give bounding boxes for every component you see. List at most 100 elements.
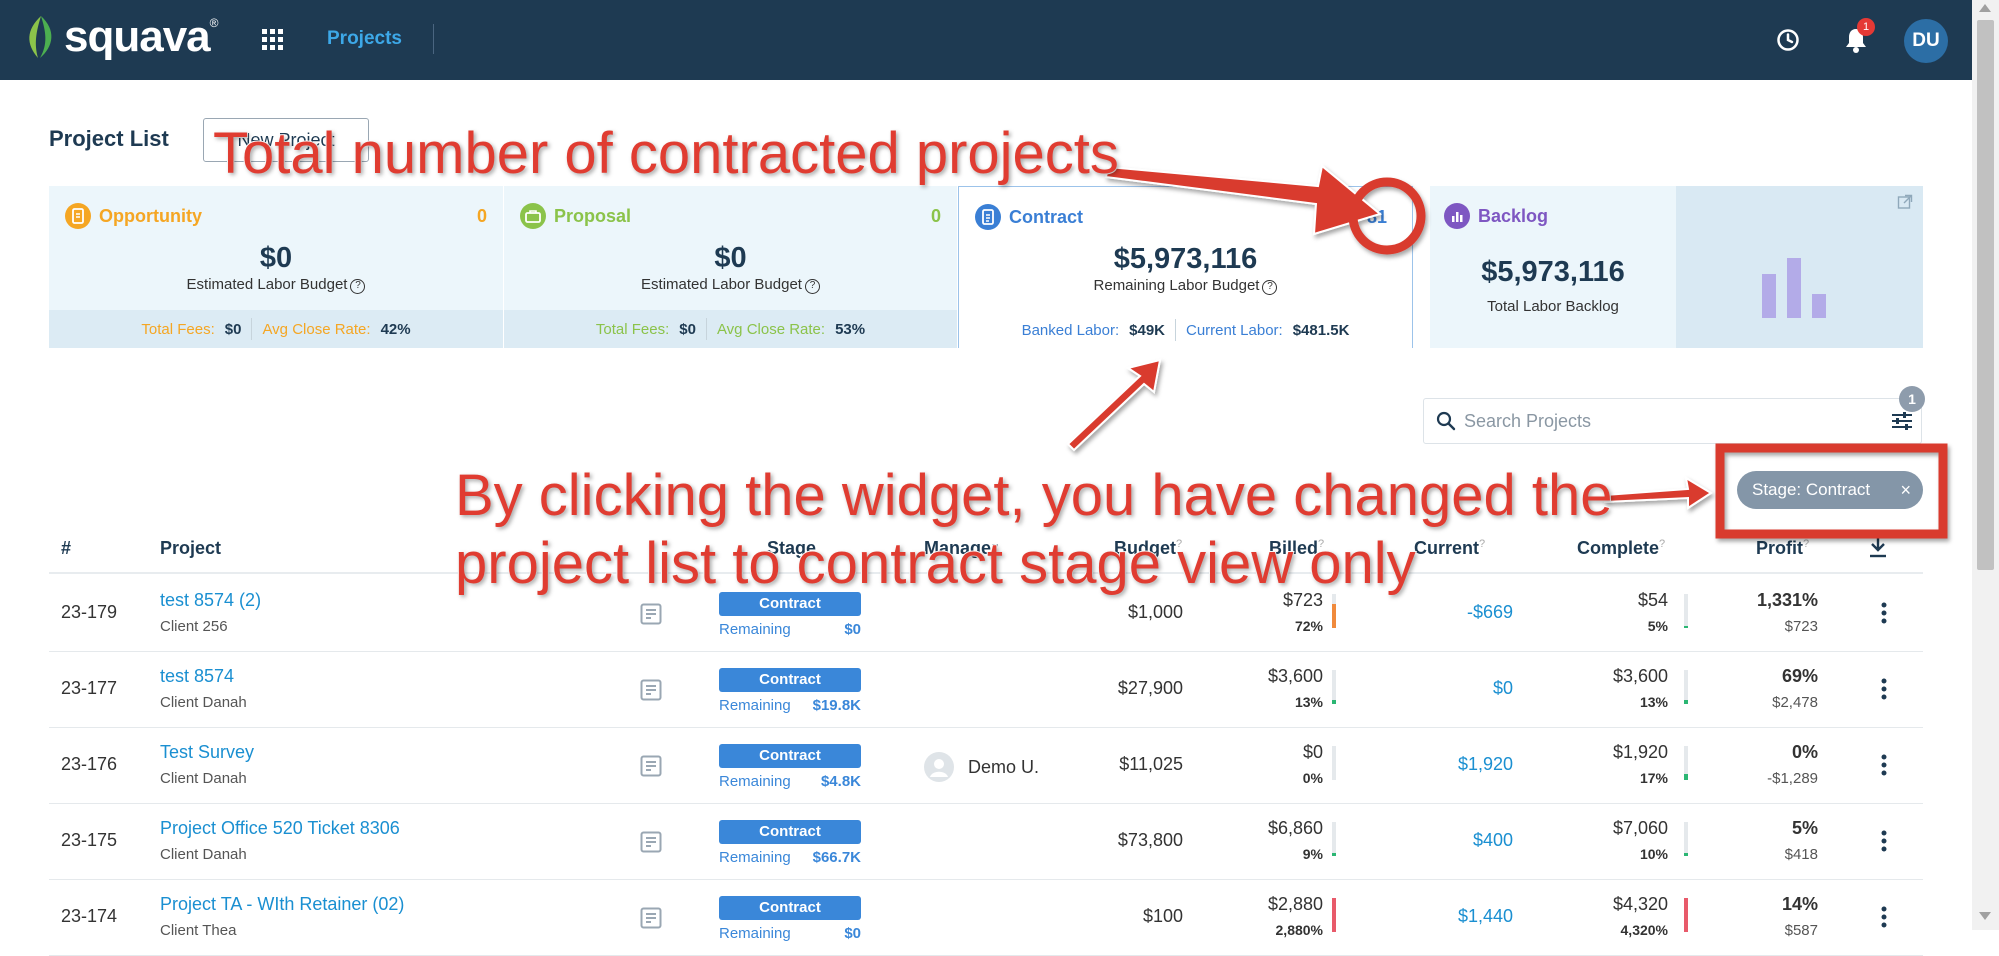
more-options-icon[interactable] (1881, 830, 1887, 857)
more-options-icon[interactable] (1881, 602, 1887, 629)
more-options-icon[interactable] (1881, 678, 1887, 705)
apps-grid-icon[interactable] (262, 29, 284, 56)
header-current[interactable]: Current? (1414, 538, 1485, 559)
filter-sliders-icon[interactable] (1891, 411, 1913, 436)
annotation-top-text: Total number of contracted projects (212, 120, 1120, 187)
clock-icon[interactable] (1776, 28, 1800, 57)
project-name-link[interactable]: Project Office 520 Ticket 8306 (160, 818, 400, 839)
download-icon[interactable] (1869, 536, 1887, 563)
help-icon[interactable]: ? (350, 279, 366, 294)
notes-icon[interactable] (639, 602, 663, 631)
header-profit[interactable]: Profit? (1756, 538, 1809, 559)
proposal-count: 0 (930, 206, 941, 226)
trademark-symbol: ® (209, 16, 219, 30)
search-box[interactable] (1423, 398, 1922, 444)
annotation-bottom-line2: project list to contract stage view only (454, 530, 1417, 597)
stage-badge[interactable]: Contract (719, 668, 861, 692)
current-value[interactable]: $1,440 (1458, 906, 1513, 927)
opportunity-count: 0 (476, 206, 487, 226)
remaining-label: Remaining (719, 849, 791, 866)
table-row[interactable]: 23-174 Project TA - WIth Retainer (02) C… (49, 880, 1923, 956)
complete-amount: $54 (1637, 590, 1668, 610)
table-row[interactable]: 23-177 test 8574 Client Danah Contract R… (49, 652, 1923, 728)
stage-filter-chip[interactable]: Stage: Contract × (1737, 471, 1923, 509)
proposal-amount: $0 (714, 242, 747, 274)
current-value[interactable]: $1,920 (1458, 754, 1513, 775)
bar-chart-icon (1444, 203, 1470, 229)
contract-card[interactable]: Contract 81 $5,973,116 Remaining Labor B… (958, 186, 1413, 349)
complete-percent: 5% (1647, 618, 1668, 634)
open-external-icon[interactable] (1897, 194, 1913, 215)
header-complete[interactable]: Complete? (1577, 538, 1665, 559)
header-number[interactable]: # (61, 538, 71, 559)
table-row[interactable]: 23-176 Test Survey Client Danah Contract… (49, 728, 1923, 804)
help-icon[interactable]: ? (1659, 538, 1665, 550)
project-name-link[interactable]: Test Survey (160, 742, 254, 763)
user-avatar-icon (924, 752, 954, 782)
billed-percent: 2,880% (1275, 922, 1323, 938)
header-project[interactable]: Project (160, 538, 221, 559)
current-labor-label: Current Labor: (1186, 321, 1283, 339)
current-labor-value: $481.5K (1292, 321, 1350, 339)
help-icon[interactable]: ? (1803, 538, 1809, 550)
project-name-link[interactable]: test 8574 (2) (160, 590, 261, 611)
budget-value: $1,000 (1127, 602, 1183, 622)
avg-close-rate-value: 53% (835, 320, 866, 338)
more-options-icon[interactable] (1881, 906, 1887, 933)
stage-badge[interactable]: Contract (719, 744, 861, 768)
notes-icon[interactable] (639, 678, 663, 707)
opportunity-card[interactable]: Opportunity 0 $0 Estimated Labor Budget?… (49, 186, 503, 348)
billed-amount: $0 (1302, 742, 1323, 762)
complete-progress-bar (1684, 594, 1688, 628)
top-navigation-bar: squava ® Projects 1 DU (0, 0, 1972, 80)
help-icon[interactable]: ? (1262, 280, 1278, 295)
notes-icon[interactable] (639, 830, 663, 859)
squava-logo[interactable]: squava ® (24, 12, 218, 62)
project-name-link[interactable]: Project TA - WIth Retainer (02) (160, 894, 404, 915)
complete-progress-bar (1684, 746, 1688, 780)
total-fees-value: $0 (679, 320, 696, 338)
proposal-card[interactable]: Proposal 0 $0 Estimated Labor Budget? To… (504, 186, 957, 348)
budget-value: $27,900 (1117, 678, 1183, 698)
scroll-up-arrow-icon[interactable] (1979, 4, 1991, 12)
project-number: 23-175 (61, 830, 118, 850)
current-value[interactable]: $400 (1473, 830, 1513, 851)
remaining-label: Remaining (719, 773, 791, 790)
leaf-logo-icon (29, 16, 52, 58)
more-options-icon[interactable] (1881, 754, 1887, 781)
current-value[interactable]: $0 (1493, 678, 1513, 699)
complete-percent: 10% (1639, 846, 1668, 862)
complete-progress-bar (1684, 822, 1688, 856)
current-value[interactable]: -$669 (1467, 602, 1513, 623)
search-icon (1436, 411, 1456, 436)
profit-percent: 0% (1791, 742, 1818, 762)
billed-percent: 72% (1294, 618, 1323, 634)
contract-subtitle: Remaining Labor Budget? (959, 277, 1412, 295)
notes-icon[interactable] (639, 754, 663, 783)
vertical-scrollbar[interactable] (1972, 0, 1999, 930)
notes-icon[interactable] (639, 906, 663, 935)
table-row[interactable]: 23-175 Project Office 520 Ticket 8306 Cl… (49, 804, 1923, 880)
help-icon[interactable]: ? (804, 279, 820, 294)
profit-percent: 14% (1781, 894, 1818, 914)
project-name-link[interactable]: test 8574 (160, 666, 234, 687)
billed-amount: $6,860 (1267, 818, 1323, 838)
stage-filter-label: Stage: Contract (1752, 480, 1871, 499)
stat-separator (1175, 319, 1176, 341)
search-input[interactable] (1464, 399, 1844, 443)
scroll-down-arrow-icon[interactable] (1979, 912, 1991, 920)
backlog-card[interactable]: Backlog $5,973,116 Total Labor Backlog (1430, 186, 1923, 348)
stage-badge[interactable]: Contract (719, 820, 861, 844)
user-avatar[interactable]: DU (1904, 19, 1948, 63)
remaining-budget: Remaining $66.7K (719, 849, 861, 866)
scroll-thumb[interactable] (1977, 20, 1994, 570)
remaining-label: Remaining (719, 621, 791, 638)
project-manager[interactable]: Demo U. (924, 752, 1039, 782)
nav-projects-link[interactable]: Projects (327, 28, 402, 50)
billed-amount: $3,600 (1267, 666, 1323, 686)
help-icon[interactable]: ? (1479, 538, 1485, 550)
close-icon[interactable]: × (1900, 471, 1911, 509)
avg-close-rate-value: 42% (380, 320, 411, 338)
arrow-to-chip (1604, 476, 1713, 510)
stage-badge[interactable]: Contract (719, 896, 861, 920)
